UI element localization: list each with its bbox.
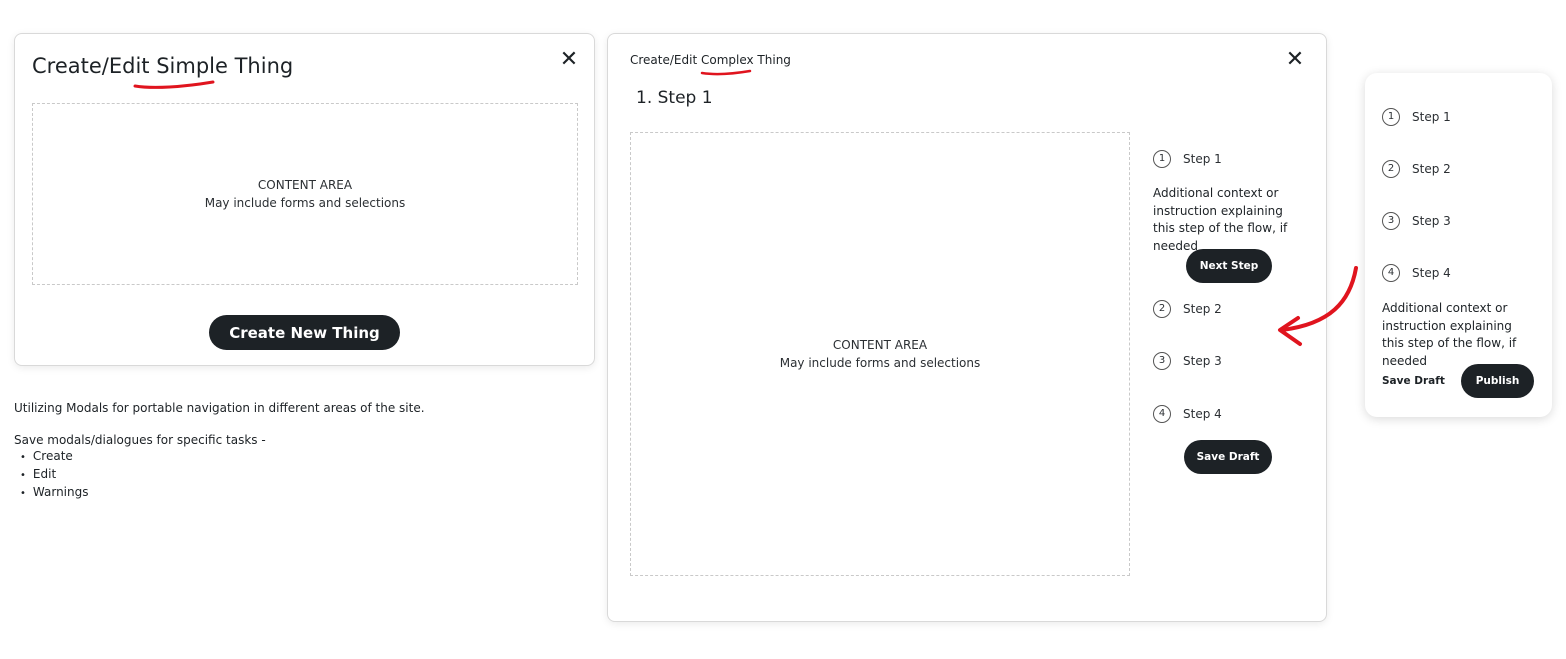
content-area-subtitle: May include forms and selections xyxy=(204,196,406,210)
close-icon[interactable]: ✕ xyxy=(558,49,580,71)
highlight-underline xyxy=(700,69,752,76)
save-draft-link[interactable]: Save Draft xyxy=(1382,375,1445,387)
close-icon[interactable]: ✕ xyxy=(1284,49,1306,71)
notes-section: Utilizing Modals for portable navigation… xyxy=(14,400,425,502)
step-number: 2 xyxy=(1382,160,1400,178)
step-label: Step 4 xyxy=(1412,266,1451,280)
title-highlight: Complex xyxy=(700,53,754,67)
content-area: CONTENT AREA May include forms and selec… xyxy=(630,132,1130,576)
simple-modal: Create/Edit Simple Thing ✕ CONTENT AREA … xyxy=(14,33,595,366)
title-highlight: Simple xyxy=(156,54,228,78)
arrow-annotation xyxy=(1278,266,1358,346)
highlight-underline xyxy=(133,80,215,89)
next-step-button[interactable]: Next Step xyxy=(1186,249,1272,283)
step-number: 2 xyxy=(1153,300,1171,318)
list-item: Create xyxy=(32,448,425,466)
panel-step-item-1[interactable]: 1 Step 1 xyxy=(1382,108,1451,126)
step-heading: 1. Step 1 xyxy=(636,88,713,108)
content-area-title: CONTENT AREA xyxy=(257,178,353,192)
step-label: Step 2 xyxy=(1183,302,1222,316)
step-item-2[interactable]: 2 Step 2 xyxy=(1153,300,1222,318)
panel-step-item-2[interactable]: 2 Step 2 xyxy=(1382,160,1451,178)
step-item-1[interactable]: 1 Step 1 xyxy=(1153,150,1222,168)
step-label: Step 3 xyxy=(1183,354,1222,368)
step-number: 4 xyxy=(1153,405,1171,423)
step-number: 1 xyxy=(1153,150,1171,168)
simple-modal-title: Create/Edit Simple Thing xyxy=(32,54,294,78)
step-label: Step 2 xyxy=(1412,162,1451,176)
content-area: CONTENT AREA May include forms and selec… xyxy=(32,103,578,285)
content-area-subtitle: May include forms and selections xyxy=(779,356,981,370)
step-context: Additional context or instruction explai… xyxy=(1382,301,1517,368)
step-number: 3 xyxy=(1153,352,1171,370)
create-new-thing-button[interactable]: Create New Thing xyxy=(209,315,400,350)
step-number: 4 xyxy=(1382,264,1400,282)
step-label: Step 4 xyxy=(1183,407,1222,421)
step-context: Additional context or instruction explai… xyxy=(1153,186,1288,253)
step-number: 3 xyxy=(1382,212,1400,230)
panel-step-item-4[interactable]: 4 Step 4 xyxy=(1382,264,1451,282)
notes-list: Create Edit Warnings xyxy=(14,448,425,502)
publish-button[interactable]: Publish xyxy=(1461,364,1534,398)
step-item-3[interactable]: 3 Step 3 xyxy=(1153,352,1222,370)
content-area-title: CONTENT AREA xyxy=(832,338,928,352)
notes-list-heading: Save modals/dialogues for specific tasks… xyxy=(14,433,266,447)
side-panel: 1 Step 1 2 Step 2 3 Step 3 4 Step 4 Addi… xyxy=(1365,73,1552,417)
step-label: Step 3 xyxy=(1412,214,1451,228)
save-draft-button[interactable]: Save Draft xyxy=(1184,440,1272,474)
panel-step-item-3[interactable]: 3 Step 3 xyxy=(1382,212,1451,230)
complex-modal-title: Create/Edit Complex Thing xyxy=(630,53,791,67)
step-number: 1 xyxy=(1382,108,1400,126)
list-item: Edit xyxy=(32,466,425,484)
notes-intro: Utilizing Modals for portable navigation… xyxy=(14,401,425,415)
step-label: Step 1 xyxy=(1183,152,1222,166)
step-item-4[interactable]: 4 Step 4 xyxy=(1153,405,1222,423)
step-label: Step 1 xyxy=(1412,110,1451,124)
complex-modal: Create/Edit Complex Thing ✕ 1. Step 1 CO… xyxy=(607,33,1327,622)
list-item: Warnings xyxy=(32,484,425,502)
